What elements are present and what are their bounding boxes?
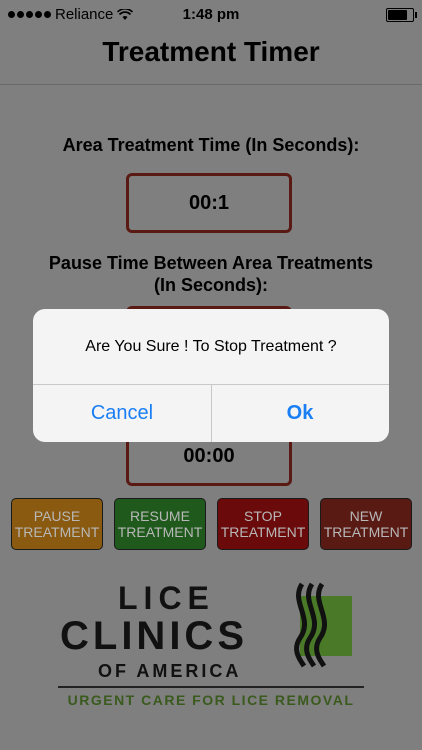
logo-text-of-america: OF AMERICA (98, 661, 242, 681)
battery-level (388, 10, 408, 20)
total-timer-value: 00:00 (183, 444, 235, 467)
logo-tagline: URGENT CARE FOR LICE REMOVAL (67, 692, 355, 708)
alert-message: Are You Sure ! To Stop Treatment ? (85, 337, 337, 355)
new-button-label-line2: TREATMENT (323, 524, 409, 540)
pause-time-label-line2: (In Seconds): (153, 275, 268, 295)
stop-treatment-button[interactable]: STOP TREATMENT (217, 498, 309, 550)
logo-text-clinics: CLINICS (60, 614, 248, 658)
stop-button-label-line1: STOP (244, 508, 282, 524)
stop-button-label-line2: TREATMENT (220, 524, 306, 540)
battery-icon (386, 8, 417, 22)
status-bar: Reliance 1:48 pm (0, 0, 422, 30)
header-divider (0, 84, 422, 85)
logo-text-lice: LICE (118, 580, 215, 616)
pause-button-label-line1: PAUSE (33, 508, 81, 524)
logo-divider (58, 686, 364, 688)
resume-treatment-button[interactable]: RESUME TREATMENT (114, 498, 206, 550)
resume-button-label-line2: TREATMENT (117, 524, 203, 540)
status-time: 1:48 pm (182, 6, 240, 23)
area-treatment-time-box[interactable]: 00:1 (126, 173, 292, 233)
pause-treatment-button[interactable]: PAUSE TREATMENT (11, 498, 103, 550)
alert-cancel-button[interactable]: Cancel (33, 385, 211, 442)
logo-mark-icon (294, 582, 352, 668)
alert-ok-button[interactable]: Ok (211, 385, 389, 442)
pause-button-label-line2: TREATMENT (14, 524, 100, 540)
area-treatment-label: Area Treatment Time (In Seconds): (62, 135, 360, 155)
stop-confirm-alert: Are You Sure ! To Stop Treatment ? Cance… (33, 309, 389, 442)
page-title: Treatment Timer (102, 36, 320, 67)
new-button-label-line1: NEW (349, 508, 383, 524)
pause-time-label-line1: Pause Time Between Area Treatments (48, 253, 374, 273)
area-treatment-time-value: 00:1 (188, 191, 230, 214)
resume-button-label-line1: RESUME (130, 508, 190, 524)
new-treatment-button[interactable]: NEW TREATMENT (320, 498, 412, 550)
pause-time-label: Pause Time Between Area Treatments (In S… (0, 252, 422, 296)
